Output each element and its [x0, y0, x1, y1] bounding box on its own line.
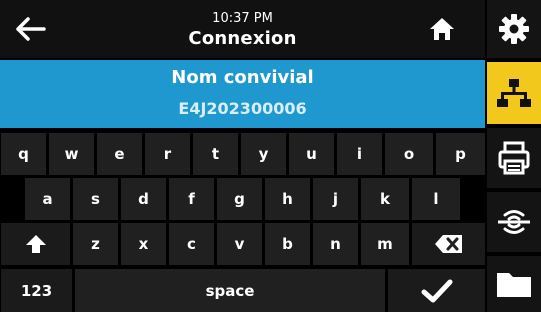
shift-key[interactable]: [1, 223, 70, 265]
key-p[interactable]: p: [436, 133, 485, 175]
sidebar-item-settings[interactable]: [487, 0, 541, 58]
key-l[interactable]: l: [412, 178, 460, 220]
sidebar-item-storage[interactable]: [487, 256, 541, 312]
key-h[interactable]: h: [265, 178, 310, 220]
key-x[interactable]: x: [121, 223, 166, 265]
key-s[interactable]: s: [73, 178, 118, 220]
main-panel: 10:37 PM Connexion Nom convivial E4J2023…: [0, 0, 485, 312]
on-screen-keyboard: q w e r t y u i o p a s d f g h j k l z …: [0, 130, 485, 312]
key-q[interactable]: q: [1, 133, 46, 175]
network-icon: [497, 79, 531, 107]
home-icon: [430, 18, 454, 40]
top-bar: 10:37 PM Connexion: [0, 0, 485, 58]
key-k[interactable]: k: [361, 178, 409, 220]
enter-key[interactable]: [388, 269, 485, 312]
key-z[interactable]: z: [73, 223, 118, 265]
key-e[interactable]: e: [97, 133, 142, 175]
key-i[interactable]: i: [337, 133, 382, 175]
field-value: E4J202300006: [178, 99, 307, 118]
key-u[interactable]: u: [289, 133, 334, 175]
key-m[interactable]: m: [361, 223, 409, 265]
key-j[interactable]: j: [313, 178, 358, 220]
printer-icon: [498, 141, 530, 175]
checkmark-icon: [421, 279, 452, 302]
backspace-key[interactable]: [412, 223, 485, 265]
key-f[interactable]: f: [169, 178, 214, 220]
key-v[interactable]: v: [217, 223, 262, 265]
key-a[interactable]: a: [25, 178, 70, 220]
space-key[interactable]: space: [75, 269, 385, 312]
key-g[interactable]: g: [217, 178, 262, 220]
sidebar-item-print[interactable]: [487, 128, 541, 188]
backspace-icon: [434, 235, 462, 253]
key-t[interactable]: t: [193, 133, 238, 175]
key-b[interactable]: b: [265, 223, 310, 265]
home-button[interactable]: [427, 14, 457, 44]
key-c[interactable]: c: [169, 223, 214, 265]
key-n[interactable]: n: [313, 223, 358, 265]
sidebar: [487, 0, 541, 312]
key-o[interactable]: o: [385, 133, 433, 175]
clock: 10:37 PM: [212, 11, 273, 26]
sidebar-item-sensor[interactable]: [487, 192, 541, 252]
numeric-mode-key[interactable]: 123: [1, 269, 72, 312]
key-r[interactable]: r: [145, 133, 190, 175]
key-d[interactable]: d: [121, 178, 166, 220]
page-title: Connexion: [188, 28, 297, 49]
field-label: Nom convivial: [171, 67, 314, 88]
sidebar-item-network[interactable]: [487, 62, 541, 124]
key-y[interactable]: y: [241, 133, 286, 175]
folder-icon: [497, 273, 531, 297]
text-field[interactable]: Nom convivial E4J202300006: [0, 60, 485, 128]
key-w[interactable]: w: [49, 133, 94, 175]
shift-arrow-icon: [25, 235, 46, 253]
gear-icon: [499, 14, 529, 44]
wireless-icon: [498, 210, 530, 234]
